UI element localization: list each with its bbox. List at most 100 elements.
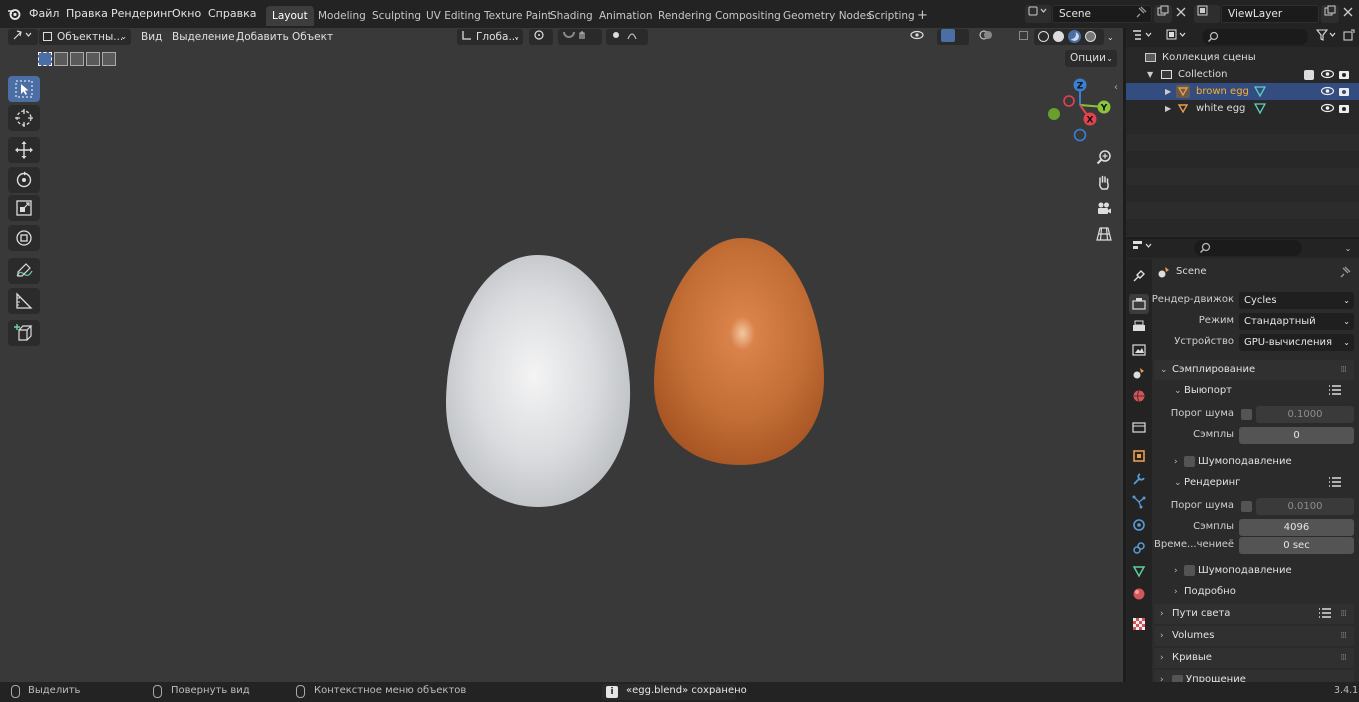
render-noise-threshold-checkbox[interactable] xyxy=(1241,501,1252,512)
tab-material[interactable] xyxy=(1129,584,1149,604)
simplify-panel-header[interactable]: › Упрощение xyxy=(1154,670,1354,682)
collection-row[interactable]: ▼ Collection xyxy=(1126,66,1359,83)
preset-list-icon[interactable] xyxy=(1328,476,1342,496)
object-mode-dropdown[interactable]: Объектны... ⌄ xyxy=(39,29,131,45)
gizmo-toggle[interactable] xyxy=(937,29,969,45)
solid-shading-icon[interactable] xyxy=(1053,31,1064,42)
status-message-box[interactable]: i «egg.blend» сохранено xyxy=(602,684,747,700)
overlays-dropdown[interactable] xyxy=(975,29,1007,45)
viewport-denoise-checkbox[interactable] xyxy=(1184,456,1195,467)
tab-modeling[interactable]: Modeling xyxy=(312,6,372,26)
tab-view-layer[interactable] xyxy=(1129,340,1149,360)
tab-physics[interactable] xyxy=(1129,515,1149,535)
tab-compositing[interactable]: Compositing xyxy=(709,6,787,26)
snap-dropdown[interactable] xyxy=(558,29,602,45)
tab-modifiers[interactable] xyxy=(1129,469,1149,489)
visibility-dropdown[interactable] xyxy=(906,29,932,45)
properties-options-chevron-icon[interactable]: ⌄ xyxy=(1341,240,1355,258)
viewport-denoise-subpanel[interactable]: › Шумоподавление xyxy=(1154,452,1354,472)
menu-add[interactable]: Добавить xyxy=(236,30,289,45)
render-engine-dropdown[interactable]: Cycles ⌄ xyxy=(1239,292,1354,309)
light-paths-panel-header[interactable]: › Пути света ⁞⁞⁞ xyxy=(1154,604,1354,624)
filter-button[interactable] xyxy=(1313,29,1339,47)
properties-editor-type-button[interactable] xyxy=(1129,240,1157,258)
tab-object[interactable] xyxy=(1129,446,1149,466)
tab-texture[interactable] xyxy=(1129,614,1149,634)
expand-chevron-icon[interactable]: ▶ xyxy=(1165,100,1171,117)
tab-tool[interactable] xyxy=(1129,266,1149,286)
drag-handle-icon[interactable]: ⁞⁞⁞ xyxy=(1340,360,1347,380)
tab-mesh-data[interactable] xyxy=(1129,561,1149,581)
collapse-chevron-icon[interactable]: ▼ xyxy=(1147,66,1153,83)
tab-constraints[interactable] xyxy=(1129,538,1149,558)
menu-select[interactable]: Выделение xyxy=(172,30,235,45)
outliner-search-input[interactable] xyxy=(1202,29,1308,45)
render-denoise-checkbox[interactable] xyxy=(1184,565,1195,576)
gizmo-neg-x[interactable] xyxy=(1063,95,1075,107)
gizmo-neg-y[interactable] xyxy=(1048,108,1060,120)
menu-render[interactable]: Рендеринг xyxy=(111,7,173,20)
viewport-subpanel-header[interactable]: ⌄ Выюпорт xyxy=(1154,381,1354,401)
white-egg[interactable] xyxy=(446,255,631,507)
3d-viewport[interactable]: Объектны... ⌄ Вид Выделение Добавить Объ… xyxy=(0,28,1123,682)
scene-collection-row[interactable]: Коллекция сцены xyxy=(1126,49,1359,66)
new-view-layer-button[interactable] xyxy=(1321,5,1339,23)
outliner-editor-type-button[interactable] xyxy=(1129,29,1157,47)
render-samples-field[interactable]: 4096 xyxy=(1239,519,1354,536)
editor-type-button[interactable] xyxy=(8,29,38,45)
tab-sculpting[interactable]: Sculpting xyxy=(366,6,427,26)
viewport-noise-threshold-field[interactable]: 0.1000 xyxy=(1256,406,1354,423)
tab-scene[interactable] xyxy=(1129,363,1149,383)
menu-edit[interactable]: Правка xyxy=(66,7,108,20)
sidebar-toggle-chevron-icon[interactable]: ‹ xyxy=(1114,82,1118,93)
expand-chevron-icon[interactable]: ▶ xyxy=(1165,83,1171,100)
menu-view[interactable]: Вид xyxy=(141,30,162,45)
zoom-view-button[interactable] xyxy=(1093,146,1115,168)
render-denoise-subpanel[interactable]: › Шумоподавление xyxy=(1154,561,1354,581)
drag-handle-icon[interactable]: ⁞⁞⁞ xyxy=(1340,626,1347,646)
collection-checkbox[interactable] xyxy=(1304,70,1314,80)
new-collection-button[interactable] xyxy=(1341,29,1357,47)
scene-selector-button[interactable] xyxy=(1025,5,1051,23)
pivot-point-dropdown[interactable] xyxy=(529,29,553,45)
menu-window[interactable]: Окно xyxy=(172,7,201,20)
gizmo-neg-z[interactable] xyxy=(1073,128,1087,142)
material-shading-icon[interactable] xyxy=(1068,30,1081,43)
simplify-checkbox[interactable] xyxy=(1172,675,1183,682)
render-noise-threshold-field[interactable]: 0.0100 xyxy=(1256,498,1354,515)
proportional-editing-dropdown[interactable] xyxy=(606,29,648,45)
pin-icon[interactable] xyxy=(1339,266,1351,281)
new-scene-button[interactable] xyxy=(1154,5,1172,23)
outliner-item-brown-egg[interactable]: ▶ brown egg xyxy=(1126,83,1359,100)
transform-orientation-dropdown[interactable]: Глоба... ⌄ xyxy=(457,29,523,45)
render-mode-dropdown[interactable]: Стандартный ⌄ xyxy=(1239,313,1354,330)
device-dropdown[interactable]: GPU-вычисления ⌄ xyxy=(1239,334,1354,351)
tab-collection[interactable] xyxy=(1129,417,1149,437)
sampling-panel-header[interactable]: ⌄ Сэмплирование ⁞⁞⁞ xyxy=(1154,360,1354,380)
tab-animation[interactable]: Animation xyxy=(593,6,659,26)
add-workspace-button[interactable]: + xyxy=(911,6,934,26)
properties-search-input[interactable] xyxy=(1194,240,1302,256)
menu-help[interactable]: Справка xyxy=(208,7,256,20)
render-subpanel-header[interactable]: ⌄ Рендеринг xyxy=(1154,473,1354,493)
tab-rendering[interactable]: Rendering xyxy=(652,6,718,26)
drag-handle-icon[interactable]: ⁞⁞⁞ xyxy=(1340,648,1347,668)
advanced-subpanel[interactable]: › Подробно xyxy=(1154,582,1354,602)
rendered-shading-icon[interactable] xyxy=(1085,31,1096,42)
preset-list-icon[interactable] xyxy=(1328,384,1342,404)
viewport-samples-field[interactable]: 0 xyxy=(1239,427,1354,444)
outliner-item-white-egg[interactable]: ▶ white egg xyxy=(1126,100,1359,117)
menu-file[interactable]: Файл xyxy=(29,7,59,20)
preset-list-icon[interactable] xyxy=(1318,607,1332,627)
tab-render[interactable] xyxy=(1129,294,1149,314)
curves-panel-header[interactable]: › Кривые ⁞⁞⁞ xyxy=(1154,648,1354,668)
blender-logo-icon[interactable] xyxy=(7,7,21,24)
noise-threshold-checkbox[interactable] xyxy=(1241,409,1252,420)
display-mode-button[interactable] xyxy=(1163,29,1191,47)
tab-shading[interactable]: Shading xyxy=(544,6,599,26)
volumes-panel-header[interactable]: › Volumes ⁞⁞⁞ xyxy=(1154,626,1354,646)
scene-name-field[interactable]: Scene xyxy=(1052,5,1152,23)
tab-layout[interactable]: Layout xyxy=(266,6,314,26)
menu-object[interactable]: Объект xyxy=(292,30,333,45)
navigation-gizmo[interactable]: Z Y X xyxy=(1044,77,1116,149)
